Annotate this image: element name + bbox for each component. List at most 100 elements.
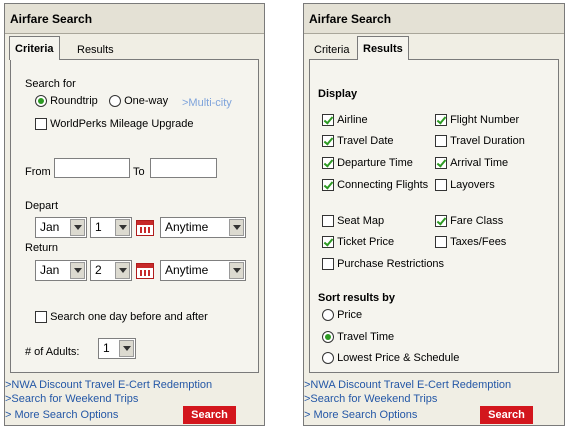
option-travel-date[interactable]: Travel Date [322, 135, 394, 148]
tab-bar: Criteria Results [304, 36, 564, 60]
calendar-icon[interactable] [136, 263, 154, 279]
sort-travel-time-option[interactable]: Travel Time [322, 331, 395, 344]
chevron-down-icon[interactable] [229, 262, 244, 279]
travel-date-checkbox[interactable] [322, 135, 334, 148]
option-arrival-time[interactable]: Arrival Time [435, 157, 508, 170]
option-ticket-price[interactable]: Ticket Price [322, 236, 394, 249]
chevron-down-icon[interactable] [70, 219, 85, 236]
depart-month-select[interactable]: Jan [35, 217, 87, 238]
option-fare-class[interactable]: Fare Class [435, 215, 504, 228]
option-travel-duration[interactable]: Travel Duration [435, 135, 525, 148]
sort-travel-time-label: Travel Time [337, 331, 395, 344]
return-day-select[interactable]: 2 [90, 260, 132, 281]
adults-label: # of Adults: [25, 346, 80, 358]
weekend-trips-link[interactable]: >Search for Weekend Trips [304, 393, 437, 405]
chevron-down-icon[interactable] [115, 219, 130, 236]
option-layovers[interactable]: Layovers [435, 179, 495, 192]
option-flight-number[interactable]: Flight Number [435, 114, 519, 127]
adults-select[interactable]: 1 [98, 338, 136, 359]
layovers-checkbox[interactable] [435, 179, 447, 192]
chevron-down-icon[interactable] [70, 262, 85, 279]
arrival-time-checkbox[interactable] [435, 157, 447, 170]
flexible-dates-checkbox[interactable] [35, 311, 47, 324]
connecting-flights-label: Connecting Flights [337, 179, 429, 192]
worldperks-option[interactable]: WorldPerks Mileage Upgrade [35, 118, 194, 131]
search-button[interactable]: Search [480, 406, 533, 424]
roundtrip-label: Roundtrip [50, 95, 98, 108]
connecting-flights-checkbox[interactable] [322, 179, 334, 192]
fare-class-label: Fare Class [450, 215, 504, 228]
return-day-value: 2 [95, 263, 102, 277]
purchase-restrictions-checkbox[interactable] [322, 258, 334, 271]
more-options-link[interactable]: > More Search Options [5, 409, 118, 421]
airfare-search-panel-results: Airfare Search Criteria Results Display … [303, 3, 565, 426]
travel-duration-label: Travel Duration [450, 135, 525, 148]
display-heading: Display [318, 88, 358, 100]
option-taxes-fees[interactable]: Taxes/Fees [435, 236, 506, 249]
departure-time-checkbox[interactable] [322, 157, 334, 170]
tab-results[interactable]: Results [357, 36, 409, 60]
depart-time-select[interactable]: Anytime [160, 217, 246, 238]
depart-time-value: Anytime [165, 220, 209, 234]
return-time-value: Anytime [165, 263, 209, 277]
criteria-content: Search for Roundtrip One-way >Multi-city… [10, 59, 259, 373]
ecert-link[interactable]: >NWA Discount Travel E-Cert Redemption [304, 379, 511, 391]
sort-heading: Sort results by [318, 292, 396, 304]
departure-time-label: Departure Time [337, 157, 413, 170]
airline-label: Airline [337, 114, 368, 127]
chevron-down-icon[interactable] [119, 340, 134, 357]
airline-checkbox[interactable] [322, 114, 334, 127]
option-purchase-restrictions[interactable]: Purchase Restrictions [322, 258, 445, 271]
worldperks-checkbox[interactable] [35, 118, 47, 131]
option-departure-time[interactable]: Departure Time [322, 157, 413, 170]
roundtrip-option[interactable]: Roundtrip [35, 95, 98, 108]
flight-number-checkbox[interactable] [435, 114, 447, 127]
oneway-option[interactable]: One-way [109, 95, 168, 108]
taxes-fees-checkbox[interactable] [435, 236, 447, 249]
travel-duration-checkbox[interactable] [435, 135, 447, 148]
purchase-restrictions-label: Purchase Restrictions [337, 258, 445, 271]
ticket-price-checkbox[interactable] [322, 236, 334, 249]
depart-day-select[interactable]: 1 [90, 217, 132, 238]
flexible-dates-label: Search one day before and after [50, 311, 208, 324]
flexible-dates-option[interactable]: Search one day before and after [35, 311, 208, 324]
search-button[interactable]: Search [183, 406, 236, 424]
sort-lowest-price-option[interactable]: Lowest Price & Schedule [322, 352, 459, 365]
option-airline[interactable]: Airline [322, 114, 368, 127]
weekend-trips-link[interactable]: >Search for Weekend Trips [5, 393, 138, 405]
return-month-select[interactable]: Jan [35, 260, 87, 281]
multi-city-link[interactable]: >Multi-city [182, 97, 232, 109]
sort-price-option[interactable]: Price [322, 309, 363, 322]
sort-lowest-price-radio[interactable] [322, 352, 334, 365]
chevron-down-icon[interactable] [229, 219, 244, 236]
chevron-down-icon[interactable] [115, 262, 130, 279]
tab-criteria[interactable]: Criteria [310, 38, 353, 60]
ecert-link[interactable]: >NWA Discount Travel E-Cert Redemption [5, 379, 212, 391]
oneway-radio[interactable] [109, 95, 121, 108]
worldperks-label: WorldPerks Mileage Upgrade [50, 118, 194, 131]
sort-price-radio[interactable] [322, 309, 334, 322]
option-connecting-flights[interactable]: Connecting Flights [322, 179, 429, 192]
seat-map-label: Seat Map [337, 215, 385, 228]
to-input[interactable] [150, 158, 217, 178]
search-for-label: Search for [25, 78, 76, 90]
travel-date-label: Travel Date [337, 135, 394, 148]
results-content: Display Airline Flight Number Travel Dat… [309, 59, 559, 373]
roundtrip-radio[interactable] [35, 95, 47, 108]
from-label: From [25, 166, 51, 178]
sort-travel-time-radio[interactable] [322, 331, 334, 344]
calendar-icon[interactable] [136, 220, 154, 236]
from-input[interactable] [54, 158, 130, 178]
return-month-value: Jan [40, 263, 60, 277]
to-label: To [133, 166, 145, 178]
depart-label: Depart [25, 200, 59, 212]
more-options-link[interactable]: > More Search Options [304, 409, 417, 421]
tab-results[interactable]: Results [71, 38, 120, 60]
tab-criteria[interactable]: Criteria [9, 36, 60, 60]
fare-class-checkbox[interactable] [435, 215, 447, 228]
option-seat-map[interactable]: Seat Map [322, 215, 385, 228]
return-time-select[interactable]: Anytime [160, 260, 246, 281]
panel-title: Airfare Search [304, 4, 564, 34]
sort-price-label: Price [337, 309, 363, 322]
seat-map-checkbox[interactable] [322, 215, 334, 228]
